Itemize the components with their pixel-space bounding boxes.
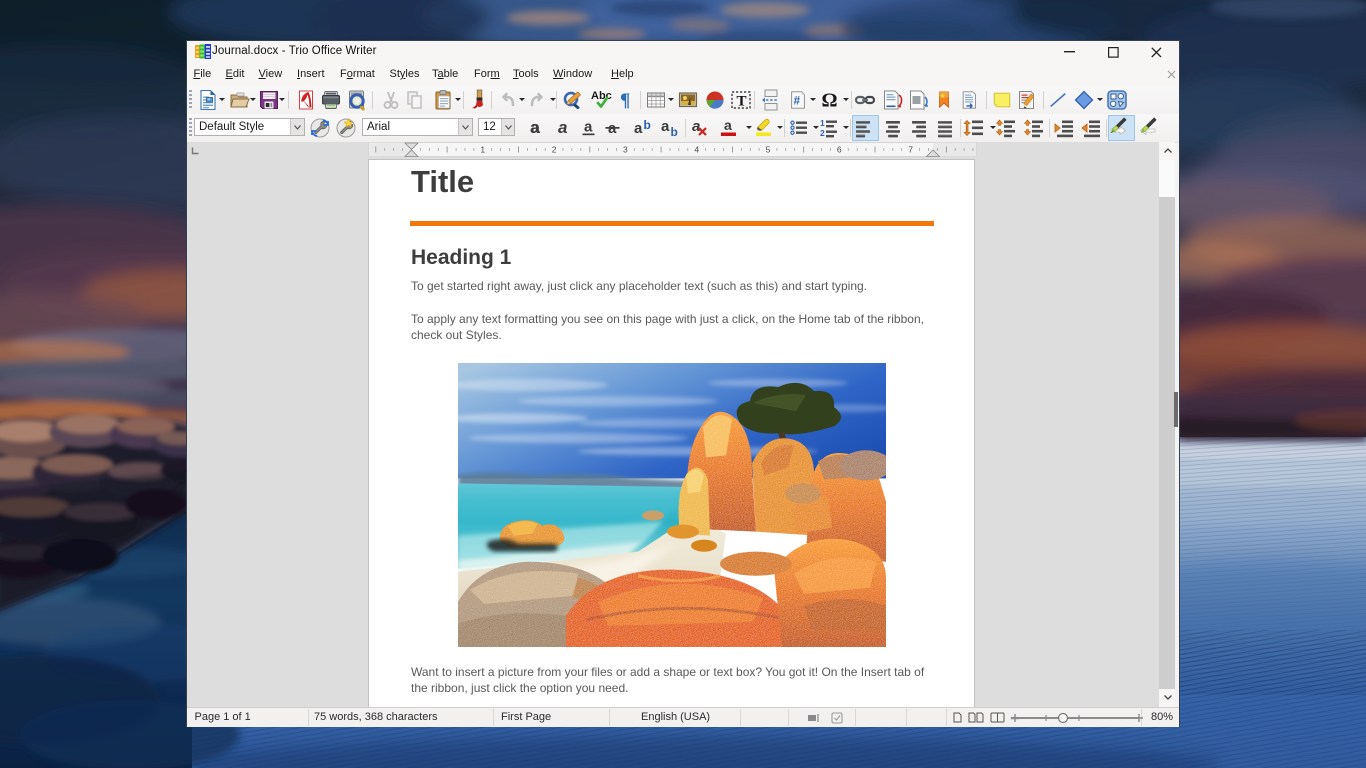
svg-text:1: 1 [820, 118, 825, 128]
svg-text:7: 7 [908, 145, 913, 155]
svg-text:5: 5 [766, 145, 771, 155]
svg-text:Abc: Abc [591, 90, 612, 102]
svg-text:#: # [793, 94, 800, 108]
svg-text:a: a [661, 118, 670, 135]
svg-text:6: 6 [837, 145, 842, 155]
svg-text:a: a [584, 119, 593, 136]
svg-text:¶: ¶ [620, 90, 630, 111]
svg-text:2: 2 [820, 128, 825, 138]
svg-text:Ω: Ω [822, 90, 838, 112]
svg-text:a: a [558, 118, 567, 137]
svg-text:2: 2 [552, 145, 557, 155]
svg-text:a: a [724, 117, 732, 133]
svg-text:b: b [644, 118, 651, 132]
svg-text:3: 3 [623, 145, 628, 155]
svg-text:b: b [671, 125, 678, 139]
svg-text:4: 4 [694, 145, 699, 155]
svg-text:a: a [634, 120, 643, 137]
svg-text:a: a [530, 118, 540, 137]
svg-text:1: 1 [480, 145, 485, 155]
svg-text:T: T [737, 94, 747, 110]
svg-text:a: a [692, 118, 700, 135]
